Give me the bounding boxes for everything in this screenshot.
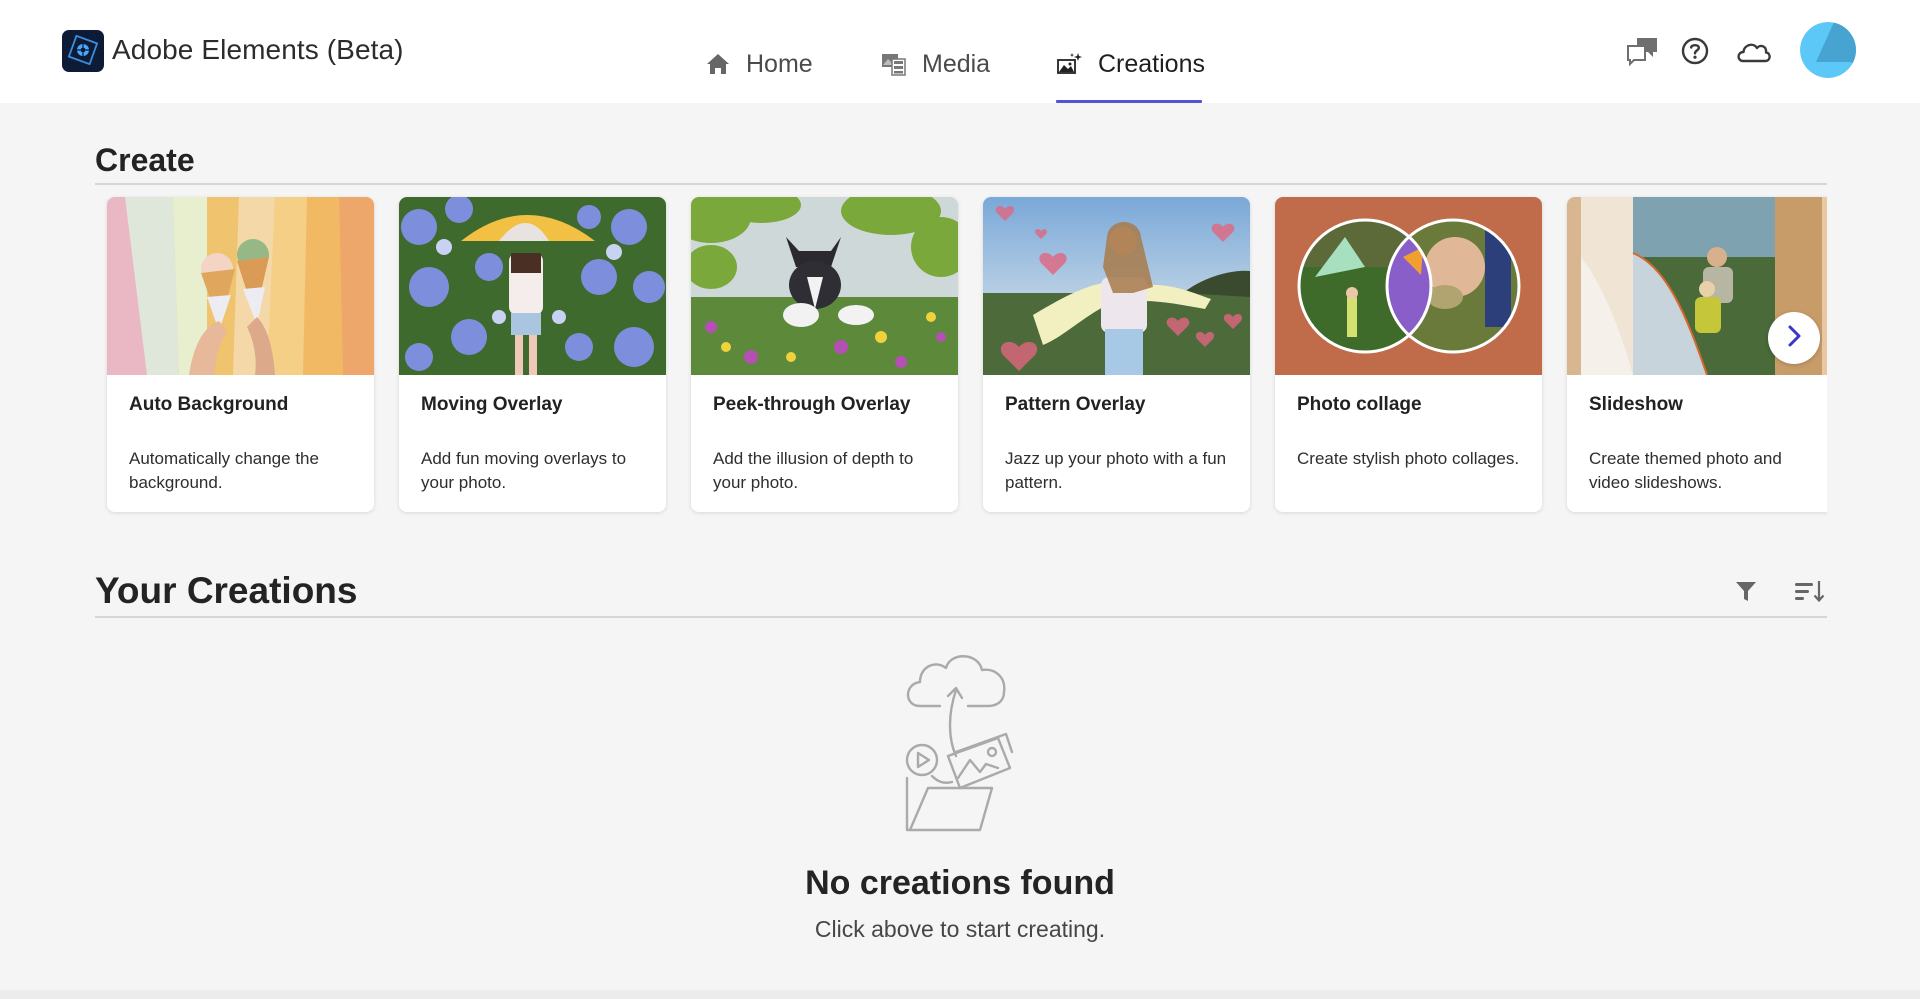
create-card-photo-collage[interactable]: Photo collage Create stylish photo colla… (1275, 197, 1542, 512)
create-card-auto-background[interactable]: Auto Background Automatically change the… (107, 197, 374, 512)
card-title: Photo collage (1297, 394, 1422, 415)
your-creations-divider (95, 616, 1827, 618)
card-title: Slideshow (1589, 394, 1683, 415)
card-image-moving-overlay (399, 197, 666, 375)
create-card-peek-through-overlay[interactable]: Peek-through Overlay Add the illusion of… (691, 197, 958, 512)
nav-media[interactable]: Media (880, 44, 990, 84)
create-card-pattern-overlay[interactable]: Pattern Overlay Jazz up your photo with … (983, 197, 1250, 512)
empty-state-title: No creations found (805, 864, 1115, 902)
create-card-moving-overlay[interactable]: Moving Overlay Add fun moving overlays t… (399, 197, 666, 512)
create-divider (95, 183, 1827, 185)
empty-state-subtitle: Click above to start creating. (814, 916, 1106, 942)
card-description: Create stylish photo collages. (1297, 449, 1520, 468)
feedback-chat-icon[interactable] (1625, 34, 1661, 68)
card-description: Automatically change the background. (129, 449, 319, 492)
create-cards-carousel: Auto Background Automatically change the… (100, 190, 1827, 522)
home-icon (704, 50, 732, 78)
nav-creations-label: Creations (1098, 49, 1205, 78)
creations-icon (1056, 50, 1084, 78)
nav-media-label: Media (922, 49, 991, 78)
your-creations-title: Your Creations (95, 570, 358, 611)
nav-home[interactable]: Home (704, 44, 813, 84)
chevron-right-icon (1784, 324, 1804, 353)
card-title: Moving Overlay (421, 394, 563, 415)
card-title: Pattern Overlay (1005, 394, 1146, 415)
card-image-peek-through-overlay (691, 197, 958, 375)
create-section-title: Create (95, 142, 195, 178)
card-description: Create themed photo and video slideshows… (1589, 449, 1782, 492)
app-title: Adobe Elements (Beta) (112, 34, 404, 65)
card-image-pattern-overlay (983, 197, 1250, 375)
empty-state-illustration-icon (900, 648, 1025, 836)
card-title: Auto Background (129, 394, 289, 415)
card-title: Peek-through Overlay (713, 394, 911, 415)
filter-icon[interactable] (1731, 576, 1761, 606)
card-description: Add the illusion of depth to your photo. (713, 449, 914, 492)
card-image-photo-collage (1275, 197, 1542, 375)
avatar[interactable] (1800, 22, 1856, 78)
card-description: Add fun moving overlays to your photo. (421, 449, 627, 492)
media-icon (880, 50, 908, 78)
active-tab-indicator (1056, 100, 1202, 103)
nav-creations[interactable]: Creations (1056, 44, 1205, 84)
carousel-next-button[interactable] (1768, 312, 1820, 364)
cloud-icon[interactable] (1734, 34, 1774, 68)
sort-icon[interactable] (1792, 576, 1826, 606)
card-image-auto-background (107, 197, 374, 375)
nav-home-label: Home (746, 49, 813, 78)
help-icon[interactable] (1678, 34, 1714, 68)
page-bottom-edge (0, 990, 1920, 999)
app-header: Adobe Elements (Beta) Home Media Creatio… (0, 0, 1920, 103)
adobe-elements-logo-icon[interactable] (62, 30, 104, 72)
card-description: Jazz up your photo with a fun pattern. (1005, 449, 1227, 492)
